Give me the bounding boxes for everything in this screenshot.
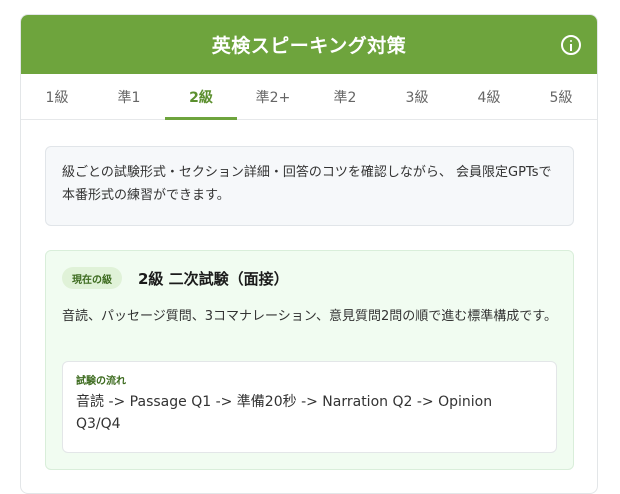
exam-flow-box: 試験の流れ 音読 -> Passage Q1 -> 準備20秒 -> Narra… [62,361,557,453]
tab-grade-pre2[interactable]: 準2 [309,74,381,119]
exam-flow-text: 音読 -> Passage Q1 -> 準備20秒 -> Narration Q… [76,394,493,432]
header: 英検スピーキング対策 [21,15,597,74]
tab-grade-pre1[interactable]: 準1 [93,74,165,119]
tab-grade-2[interactable]: 2級 [165,74,237,120]
page-title: 英検スピーキング対策 [211,35,407,57]
tab-grade-1[interactable]: 1級 [21,74,93,119]
current-grade-badge: 現在の級 [62,267,122,289]
tab-grade-5[interactable]: 5級 [525,74,597,119]
intro-box: 級ごとの試験形式・セクション詳細・回答のコツを確認しながら、 会員限定GPTsで… [45,146,574,226]
grade-description: 音読、パッセージ質問、3コマナレーション、意見質問2問の順で進む標準構成です。 [62,309,557,324]
tab-grade-pre2plus[interactable]: 準2+ [237,74,309,119]
speaking-card: 英検スピーキング対策 1級 準1 2級 準2+ 準2 3級 4級 5級 級ごとの… [20,14,598,494]
intro-text: 級ごとの試験形式・セクション詳細・回答のコツを確認しながら、 会員限定GPTsで… [62,165,552,203]
info-icon[interactable] [561,35,581,55]
current-grade-panel: 現在の級 2級 二次試験（面接） 音読、パッセージ質問、3コマナレーション、意見… [45,250,574,470]
tab-grade-4[interactable]: 4級 [453,74,525,119]
grade-title: 2級 二次試験（面接） [138,270,289,288]
exam-flow-label: 試験の流れ [76,376,126,387]
tab-grade-3[interactable]: 3級 [381,74,453,119]
grade-tabs: 1級 準1 2級 準2+ 準2 3級 4級 5級 [21,74,597,120]
